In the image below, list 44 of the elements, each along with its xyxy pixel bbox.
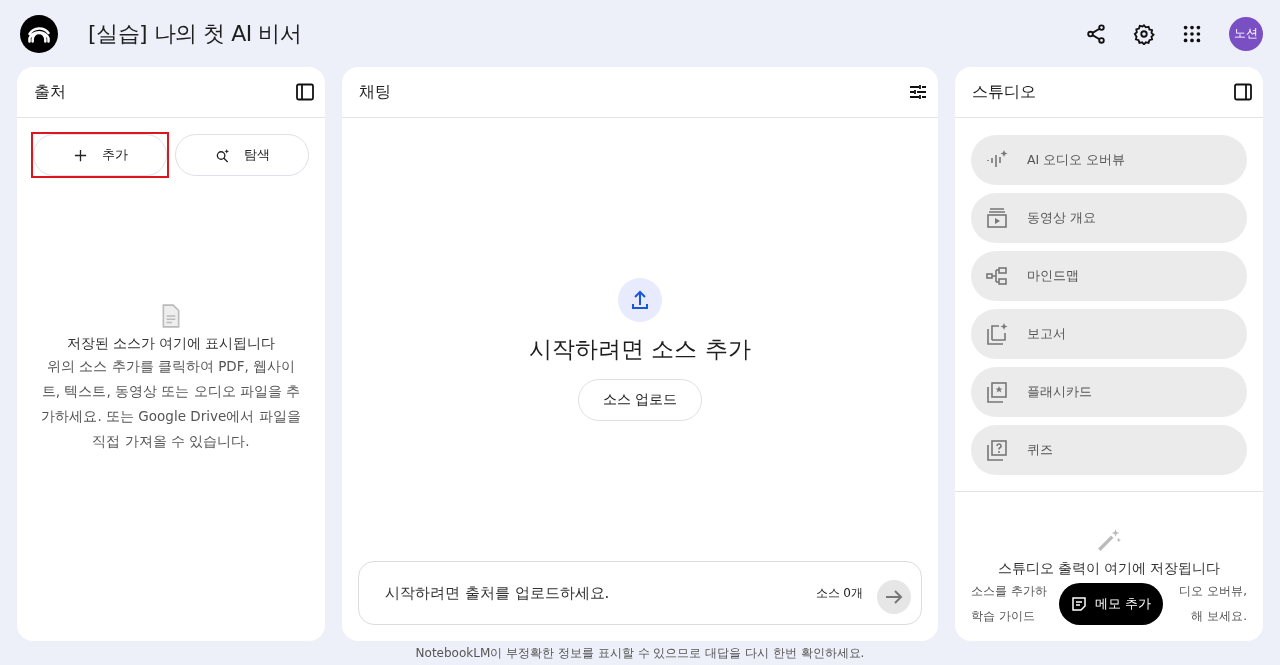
empty-description: 위의 소스 추가를 클릭하여 PDF, 웹사이트, 텍스트, 동영상 또는 오디오 파일을 추가하세요. 또는 Google Drive에서 파일을 직접 가져올 수 있습니다. <box>40 356 302 451</box>
discover-button[interactable]: 탐색 <box>175 134 309 176</box>
empty-title: 스튜디오 출력이 여기에 저장됩니다 <box>997 559 1221 578</box>
empty-description: 해 보세요. <box>1191 608 1247 625</box>
question-card-icon <box>985 438 1009 462</box>
empty-description: 소스를 추가하 <box>971 583 1047 600</box>
upload-source-button[interactable]: 소스 업로드 <box>577 379 703 421</box>
upload-icon <box>618 278 662 322</box>
empty-description: 디오 오버뷰, <box>1179 583 1247 600</box>
studio-item-button[interactable]: 동영상 개요 <box>971 193 1247 243</box>
magic-wand-icon <box>1096 527 1122 553</box>
video-stack-icon <box>985 206 1009 230</box>
avatar[interactable]: 노션 <box>1229 16 1263 51</box>
document-sparkle-icon <box>985 322 1009 346</box>
plus-icon <box>72 147 88 163</box>
studio-item-button[interactable]: AI 오디오 오버뷰 <box>971 135 1247 185</box>
studio-item-button[interactable]: 퀴즈 <box>971 425 1247 475</box>
panel-title: 스튜디오 <box>972 81 1036 103</box>
disclaimer-text: NotebookLM이 부정확한 정보를 표시할 수 있으므로 대답을 다시 한번 확인하세요. <box>414 645 866 662</box>
studio-item-button[interactable]: 보고서 <box>971 309 1247 359</box>
panel-title: 채팅 <box>359 81 391 103</box>
add-source-button[interactable]: 추가 <box>33 134 167 176</box>
document-icon <box>161 303 181 328</box>
search-sparkle-icon <box>214 147 230 163</box>
empty-title: 저장된 소스가 여기에 표시됩니다 <box>66 333 276 353</box>
logo-icon <box>20 14 58 53</box>
chat-heading: 시작하려면 소스 추가 <box>529 335 751 364</box>
sliders-icon[interactable] <box>908 82 928 102</box>
empty-description: 학습 가이드 <box>971 608 1035 625</box>
settings-icon[interactable] <box>1133 22 1155 45</box>
notebook-title: [실습] 나의 첫 AI 비서 <box>88 19 303 48</box>
panel-toggle-icon[interactable] <box>295 82 315 102</box>
note-icon <box>1071 596 1087 612</box>
panel-title: 출처 <box>34 81 66 103</box>
studio-item-button[interactable]: 마인드맵 <box>971 251 1247 301</box>
hierarchy-icon <box>985 264 1009 288</box>
send-icon[interactable] <box>877 580 911 614</box>
add-note-button[interactable]: 메모 추가 <box>1059 583 1164 625</box>
star-card-icon <box>985 380 1009 404</box>
source-count: 소스 0개 <box>815 584 863 602</box>
studio-item-button[interactable]: 플래시카드 <box>971 367 1247 417</box>
chat-input-field[interactable]: 시작하려면 출처를 업로드하세요. <box>383 583 802 603</box>
panel-toggle-icon[interactable] <box>1233 82 1253 102</box>
share-icon[interactable] <box>1085 22 1107 45</box>
